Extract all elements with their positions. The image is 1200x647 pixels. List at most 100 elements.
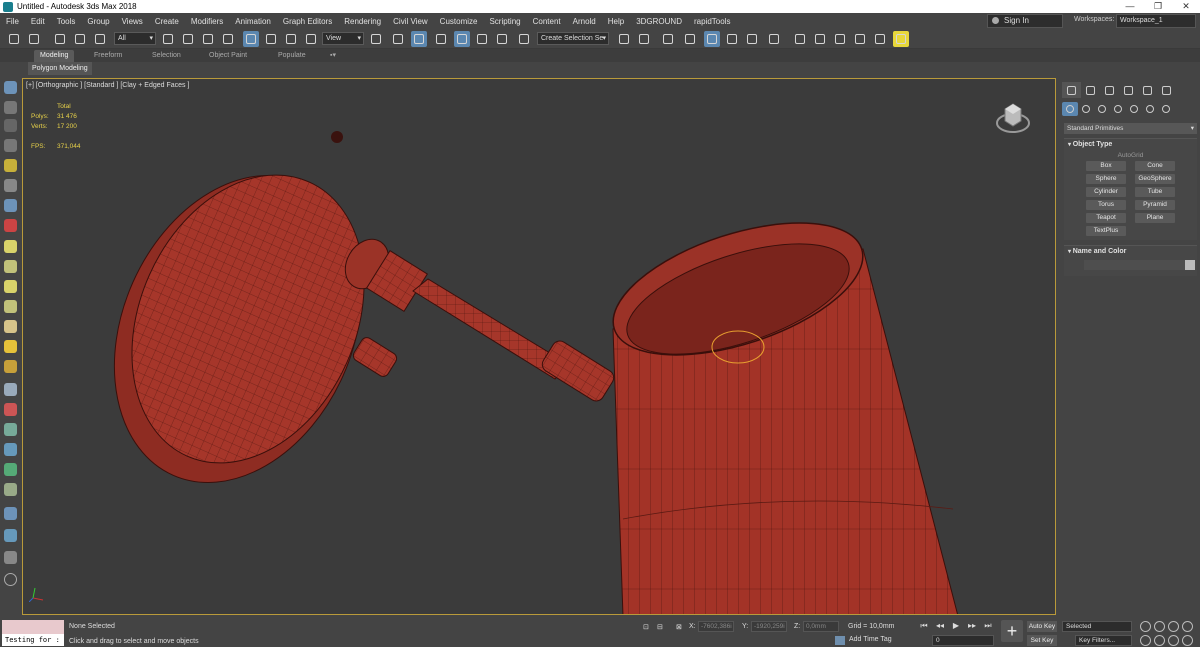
render-sphere-icon[interactable] [4, 507, 17, 520]
layout-icon[interactable] [4, 101, 17, 114]
scene-explorer-icon[interactable] [660, 31, 676, 47]
close-button[interactable]: ✕ [1172, 0, 1200, 13]
zoom-icon[interactable] [1140, 621, 1151, 632]
isolate-toggle-icon[interactable]: ⊡ [643, 623, 649, 631]
key-filters-button[interactable]: Key Filters... [1075, 635, 1132, 646]
pyramid-icon[interactable] [4, 320, 17, 333]
pivot-center-icon[interactable] [368, 31, 384, 47]
cone-button[interactable]: Cone [1135, 161, 1175, 171]
sun-icon[interactable] [4, 340, 17, 353]
key-mode-dropdown[interactable]: Selected [1062, 621, 1132, 632]
previous-frame-icon[interactable]: ◂◂ [934, 620, 946, 632]
schematic-view-icon[interactable] [744, 31, 760, 47]
light-icon[interactable] [4, 159, 17, 172]
object-color-swatch[interactable] [1185, 260, 1195, 270]
menu-graph-editors[interactable]: Graph Editors [277, 17, 338, 26]
tab-freeform[interactable]: Freeform [88, 50, 128, 62]
viewcube-icon[interactable] [995, 99, 1031, 135]
menu-views[interactable]: Views [116, 17, 149, 26]
menu-tools[interactable]: Tools [51, 17, 82, 26]
menu-file[interactable]: File [0, 17, 25, 26]
percent-snap-icon[interactable] [474, 31, 490, 47]
go-to-end-icon[interactable]: ⏭ [982, 620, 994, 632]
cone-icon[interactable] [4, 260, 17, 273]
grid-icon[interactable] [4, 119, 17, 132]
rectangular-selection-icon[interactable] [200, 31, 216, 47]
menu-group[interactable]: Group [81, 17, 115, 26]
selection-filter-dropdown[interactable]: All [114, 32, 156, 45]
polygon-modeling-label[interactable]: Polygon Modeling [28, 62, 92, 75]
select-object-icon[interactable] [160, 31, 176, 47]
maxscript-listener-output[interactable] [2, 620, 64, 634]
teapot-button[interactable]: Teapot [1086, 213, 1126, 223]
sphere-icon[interactable] [4, 280, 17, 293]
maximize-button[interactable]: ❐ [1144, 0, 1172, 13]
help-icon[interactable] [4, 573, 17, 586]
add-time-tag-button[interactable]: Add Time Tag [835, 636, 892, 645]
array-icon[interactable] [4, 383, 17, 396]
sign-in-button[interactable]: Sign In [987, 14, 1063, 28]
undo-icon[interactable] [6, 31, 22, 47]
shapes-icon[interactable] [1078, 102, 1094, 116]
select-and-place-icon[interactable] [303, 31, 319, 47]
sphere-gold-icon[interactable] [4, 360, 17, 373]
menu-help[interactable]: Help [602, 17, 630, 26]
viewport-orthographic[interactable]: [+] [Orthographic ] [Standard ] [Clay + … [22, 78, 1056, 615]
toggle-icon[interactable] [4, 529, 17, 542]
helper-icon[interactable] [4, 199, 17, 212]
camera-icon[interactable] [4, 179, 17, 192]
zoom-extents-all-icon[interactable] [1182, 621, 1193, 632]
geometry-icon[interactable] [1062, 102, 1078, 116]
render-in-cloud-icon[interactable] [852, 31, 868, 47]
x-coord-field[interactable]: -7602,386i [698, 621, 734, 632]
window-crossing-icon[interactable] [220, 31, 236, 47]
select-by-name-icon[interactable] [180, 31, 196, 47]
snaps-toggle-icon[interactable] [433, 31, 449, 47]
object-name-input[interactable] [1084, 260, 1195, 270]
cameras-icon[interactable] [1110, 102, 1126, 116]
set-key-plus-icon[interactable]: + [1001, 620, 1023, 642]
render-setup-icon[interactable] [792, 31, 808, 47]
plugin-star-icon[interactable] [893, 31, 909, 47]
bind-space-warp-icon[interactable] [92, 31, 108, 47]
maxscript-mini-listener[interactable]: Testing for : [2, 634, 64, 646]
set-key-button[interactable]: Set Key [1027, 635, 1057, 646]
absolute-mode-icon[interactable]: ⊠ [676, 623, 682, 631]
menu-3dground[interactable]: 3DGROUND [630, 17, 688, 26]
motion-tab-icon[interactable] [1119, 82, 1138, 98]
spinner-snap-icon[interactable] [494, 31, 510, 47]
box-button[interactable]: Box [1086, 161, 1126, 171]
create-tab-icon[interactable] [1062, 82, 1081, 98]
layer-explorer-icon[interactable] [682, 31, 698, 47]
edit-named-selection-icon[interactable] [516, 31, 532, 47]
utilities-tab-icon[interactable] [1157, 82, 1176, 98]
display-tab-icon[interactable] [1138, 82, 1157, 98]
tab-modeling[interactable]: Modeling [34, 50, 75, 62]
tube-button[interactable]: Tube [1135, 187, 1175, 197]
menu-create[interactable]: Create [149, 17, 185, 26]
toggle-ribbon-icon[interactable] [704, 31, 720, 47]
sphere-button[interactable]: Sphere [1086, 174, 1126, 184]
named-selection-dropdown[interactable]: Create Selection Se [537, 32, 609, 45]
lights-icon[interactable] [1094, 102, 1110, 116]
keyboard-shortcut-override-icon[interactable] [411, 31, 427, 47]
torus-button[interactable]: Torus [1086, 200, 1126, 210]
zoom-extents-icon[interactable] [1168, 621, 1179, 632]
space-warps-icon[interactable] [1142, 102, 1158, 116]
helpers-icon[interactable] [1126, 102, 1142, 116]
z-coord-field[interactable]: 0,0mm [803, 621, 839, 632]
manipulate-icon[interactable] [390, 31, 406, 47]
tab-object-paint[interactable]: Object Paint [203, 50, 253, 62]
torus-icon[interactable] [4, 300, 17, 313]
reference-coordinate-dropdown[interactable]: View [322, 32, 364, 45]
minimize-button[interactable]: — [1116, 0, 1144, 13]
unlink-icon[interactable] [72, 31, 88, 47]
menu-content[interactable]: Content [527, 17, 567, 26]
brush-icon[interactable] [4, 403, 17, 416]
y-coord-field[interactable]: -1920,259i [751, 621, 787, 632]
menu-customize[interactable]: Customize [434, 17, 484, 26]
viewport-layout-icon[interactable] [4, 81, 17, 94]
plane-button[interactable]: Plane [1135, 213, 1175, 223]
link-icon[interactable] [52, 31, 68, 47]
tab-populate[interactable]: Populate [272, 50, 312, 62]
